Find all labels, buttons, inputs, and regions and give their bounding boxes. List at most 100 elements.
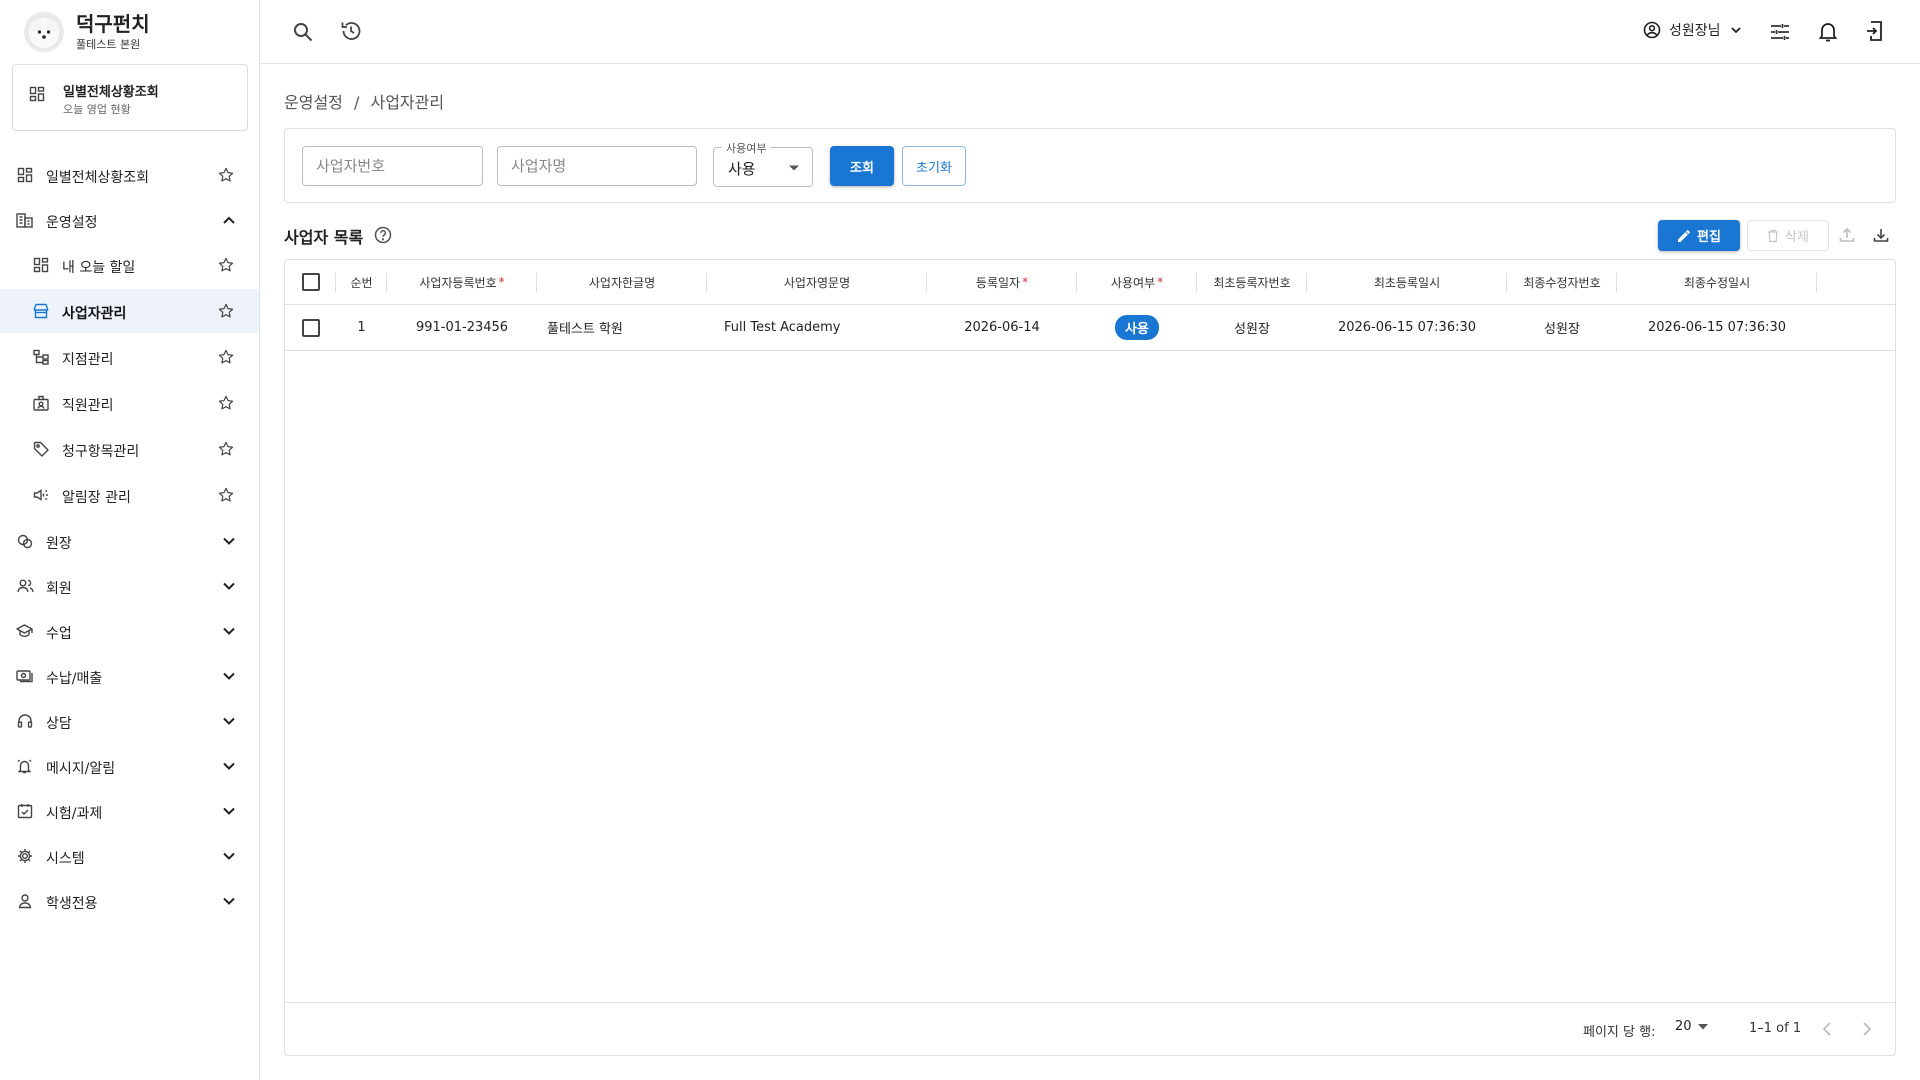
search-icon[interactable] bbox=[292, 21, 314, 43]
breadcrumb: 운영설정 / 사업자관리 bbox=[284, 89, 444, 113]
sidebar-item-label: 수납/매출 bbox=[46, 671, 103, 687]
sidebar-item-exams[interactable]: 시험/과제 bbox=[0, 789, 259, 833]
star-icon[interactable] bbox=[217, 486, 235, 504]
rows-per-page-label: 페이지 당 행: bbox=[1583, 1025, 1656, 1040]
chevron-down-icon[interactable] bbox=[222, 669, 236, 683]
list-title: 사업자 목록 bbox=[284, 228, 364, 247]
sidebar-item-branch[interactable]: 지점관리 bbox=[0, 335, 259, 379]
star-icon[interactable] bbox=[217, 394, 235, 412]
business-number-input[interactable] bbox=[302, 146, 483, 186]
quick-access-card[interactable]: 일별전체상황조회 오늘 영업 현황 bbox=[12, 64, 248, 131]
sidebar-item-business[interactable]: 사업자관리 bbox=[0, 289, 259, 333]
chevron-down-icon[interactable] bbox=[222, 759, 236, 773]
chevron-down-icon[interactable] bbox=[222, 894, 236, 908]
delete-button[interactable]: 삭제 bbox=[1747, 220, 1829, 251]
cell-modified-at: 2026-06-15 07:36:30 bbox=[1647, 320, 1787, 335]
cell-seq: 1 bbox=[357, 320, 366, 335]
star-icon[interactable] bbox=[217, 256, 235, 274]
star-icon[interactable] bbox=[217, 166, 235, 184]
history-icon[interactable] bbox=[340, 20, 362, 42]
sidebar-item-operations[interactable]: 운영설정 bbox=[0, 198, 259, 242]
sidebar-item-members[interactable]: 회원 bbox=[0, 564, 259, 608]
row-select-cell bbox=[285, 305, 336, 350]
star-icon[interactable] bbox=[217, 440, 235, 458]
school-icon bbox=[16, 623, 33, 639]
sidebar-item-notice[interactable]: 알림장 관리 bbox=[0, 473, 259, 517]
chevron-down-icon[interactable] bbox=[222, 534, 236, 548]
row-checkbox[interactable] bbox=[301, 318, 320, 337]
sidebar-item-label: 메시지/알림 bbox=[46, 761, 116, 777]
sidebar-item-staff[interactable]: 직원관리 bbox=[0, 381, 259, 425]
chevron-left-icon[interactable] bbox=[1821, 1021, 1835, 1037]
sidebar-item-classes[interactable]: 수업 bbox=[0, 609, 259, 653]
sidebar-item-label: 상담 bbox=[46, 716, 72, 732]
cell-eng-name: Full Test Academy bbox=[724, 320, 841, 335]
chevron-down-icon[interactable] bbox=[222, 624, 236, 638]
upload-icon[interactable] bbox=[1838, 226, 1856, 244]
sidebar-item-daily-status[interactable]: 일별전체상황조회 bbox=[0, 153, 259, 197]
chevron-down-icon bbox=[1729, 23, 1743, 37]
star-icon[interactable] bbox=[217, 302, 235, 320]
chevron-up-icon[interactable] bbox=[222, 213, 236, 227]
column-header[interactable]: 사업자등록번호 * bbox=[387, 260, 537, 304]
column-header[interactable]: 최종수정일시 bbox=[1617, 260, 1817, 304]
chevron-down-icon[interactable] bbox=[222, 714, 236, 728]
branch-icon bbox=[33, 349, 49, 365]
sidebar-item-my-todo[interactable]: 내 오늘 할일 bbox=[0, 243, 259, 287]
logout-icon[interactable] bbox=[1865, 20, 1885, 42]
breadcrumb-parent[interactable]: 운영설정 bbox=[284, 93, 343, 112]
sidebar-item-ledger[interactable]: 원장 bbox=[0, 519, 259, 563]
column-header[interactable]: 사용여부 * bbox=[1077, 260, 1197, 304]
status-select-label: 사용여부 bbox=[722, 140, 771, 156]
brand-logo[interactable] bbox=[24, 12, 64, 52]
edit-button[interactable]: 편집 bbox=[1658, 220, 1740, 251]
dashboard-icon bbox=[17, 167, 33, 183]
sidebar-item-payments[interactable]: 수납/매출 bbox=[0, 654, 259, 698]
reset-button[interactable]: 초기화 bbox=[902, 146, 966, 186]
store-icon bbox=[33, 303, 49, 319]
search-button[interactable]: 조회 bbox=[830, 146, 894, 186]
help-icon[interactable] bbox=[374, 226, 392, 244]
pencil-icon bbox=[1677, 229, 1691, 243]
column-header[interactable]: 등록일자 * bbox=[927, 260, 1077, 304]
notification-bell-icon[interactable] bbox=[1818, 20, 1838, 42]
star-icon[interactable] bbox=[217, 348, 235, 366]
sidebar-item-system[interactable]: 시스템 bbox=[0, 834, 259, 878]
sidebar-item-students[interactable]: 학생전용 bbox=[0, 879, 259, 923]
select-all-cell bbox=[285, 260, 336, 304]
business-name-input[interactable] bbox=[497, 146, 697, 186]
chevron-down-icon[interactable] bbox=[222, 849, 236, 863]
sidebar-item-label: 직원관리 bbox=[62, 398, 114, 414]
column-header[interactable]: 최초등록자번호 bbox=[1197, 260, 1307, 304]
status-select-value: 사용 bbox=[728, 160, 756, 178]
sidebar-item-label: 원장 bbox=[46, 536, 72, 552]
status-select[interactable]: 사용여부 사용 bbox=[713, 140, 813, 187]
cell-creator: 성원장 bbox=[1234, 322, 1270, 337]
badge-icon bbox=[33, 395, 49, 411]
download-icon[interactable] bbox=[1872, 226, 1890, 244]
edit-button-label: 편집 bbox=[1697, 230, 1721, 245]
chevron-down-icon[interactable] bbox=[222, 804, 236, 818]
column-header[interactable]: 최종수정자번호 bbox=[1507, 260, 1617, 304]
column-header[interactable]: 순번 bbox=[336, 260, 387, 304]
column-header[interactable]: 최초등록일시 bbox=[1307, 260, 1507, 304]
table-row[interactable]: 1 991-01-23456 풀테스트 학원 Full Test Academy… bbox=[285, 305, 1895, 351]
sidebar-item-consulting[interactable]: 상담 bbox=[0, 699, 259, 743]
people-icon bbox=[17, 578, 34, 594]
sidebar-item-messages[interactable]: 메시지/알림 bbox=[0, 744, 259, 788]
chevron-down-icon[interactable] bbox=[222, 579, 236, 593]
user-menu[interactable]: 성원장님 bbox=[1643, 20, 1743, 40]
chevron-right-icon[interactable] bbox=[1859, 1021, 1873, 1037]
tune-icon[interactable] bbox=[1769, 21, 1791, 43]
user-name: 성원장님 bbox=[1669, 23, 1721, 39]
dropdown-arrow-icon bbox=[1697, 1023, 1708, 1030]
cell-status: 사용 bbox=[1077, 305, 1197, 350]
sidebar-item-label: 알림장 관리 bbox=[62, 490, 131, 506]
column-header[interactable]: 사업자영문명 bbox=[707, 260, 927, 304]
gear-icon bbox=[17, 848, 33, 864]
column-header[interactable]: 사업자한글명 bbox=[537, 260, 707, 304]
rows-per-page-select[interactable]: 20 bbox=[1675, 1019, 1708, 1034]
select-all-checkbox[interactable] bbox=[301, 273, 320, 291]
filter-panel: 사용여부 사용 조회 초기화 bbox=[284, 128, 1896, 203]
sidebar-item-billing-items[interactable]: 청구항목관리 bbox=[0, 427, 259, 471]
